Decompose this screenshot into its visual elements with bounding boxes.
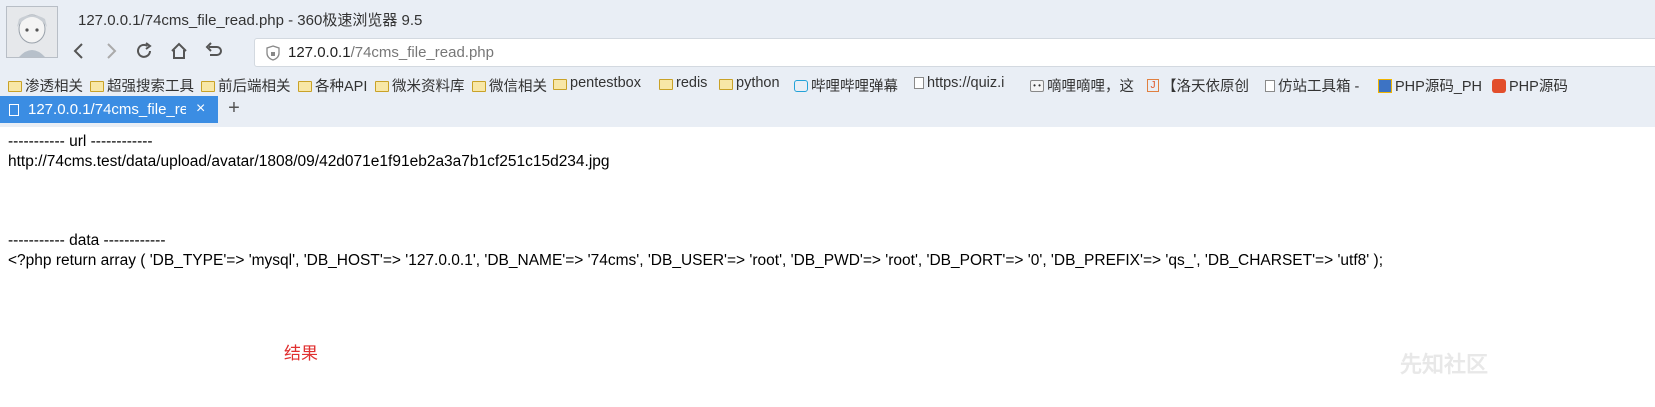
bookmark-label: PHP源码_PH [1395, 79, 1483, 95]
bookmark-item[interactable]: 渗透相关 [8, 75, 83, 96]
watermark: 先知社区 [1400, 352, 1489, 377]
bookmark-label: 微信相关 [489, 79, 547, 95]
bookmark-label: 哔哩哔哩弹幕 [811, 79, 898, 95]
window-title: 127.0.0.1/74cms_file_read.php - 360极速浏览器… [78, 12, 423, 29]
chevron-left-icon [73, 43, 83, 59]
bookmark-label: 超强搜索工具 [107, 79, 194, 95]
url-path: /74cms_file_read.php [350, 44, 494, 61]
browser-chrome: 127.0.0.1/74cms_file_read.php - 360极速浏览器… [0, 0, 1655, 127]
bookmark-item[interactable]: 仿站工具箱 - [1265, 75, 1359, 96]
undo-icon [205, 42, 222, 56]
folder-icon [90, 81, 104, 92]
folder-icon [472, 81, 486, 92]
folder-icon [375, 81, 389, 92]
chevron-right-icon [107, 43, 117, 59]
bookmark-item[interactable]: 微米资料库 [375, 75, 465, 96]
user-avatar[interactable] [6, 6, 58, 58]
bookmarks-bar: 渗透相关 超强搜索工具 前后端相关 各种API 微米资料库 微信相关 pente… [0, 72, 1655, 98]
bookmark-item[interactable]: • • 嘀哩嘀哩，这 [1030, 75, 1134, 96]
tab-strip: 127.0.0.1/74cms_file_re × + [0, 96, 1655, 123]
forward-button[interactable] [98, 38, 124, 64]
bookmark-label: PHP源码 [1509, 79, 1568, 95]
bilibili-icon [794, 79, 808, 92]
bookmark-item[interactable]: https://quiz.i [914, 75, 1004, 91]
bookmark-label: 各种API [315, 79, 368, 95]
undo-close-button[interactable] [200, 38, 226, 64]
folder-icon [8, 81, 22, 92]
bookmark-label: redis [676, 75, 708, 91]
bookmark-label: python [736, 75, 780, 91]
home-button[interactable] [166, 38, 192, 64]
data-value: <?php return array ( 'DB_TYPE'=> 'mysql'… [8, 252, 1384, 269]
folder-icon [553, 78, 567, 90]
bookmark-item[interactable]: PHP源码_PH [1378, 75, 1482, 96]
bookmark-item[interactable]: 微信相关 [472, 75, 547, 96]
php-icon [1378, 78, 1392, 93]
address-bar[interactable]: 127.0.0.1/74cms_file_read.php [254, 38, 1655, 67]
back-button[interactable] [66, 38, 92, 64]
reload-icon [137, 42, 152, 58]
folder-icon [298, 81, 312, 92]
home-icon [171, 42, 187, 59]
folder-icon [659, 78, 673, 90]
bookmark-item[interactable]: python [719, 75, 780, 91]
php2-icon [1492, 78, 1506, 93]
url-host: 127.0.0.1 [288, 44, 351, 61]
bookmark-item[interactable]: 各种API [298, 75, 367, 96]
tab-title: 127.0.0.1/74cms_file_re [28, 101, 186, 118]
bookmark-item[interactable]: pentestbox [553, 75, 641, 91]
bookmark-item[interactable]: redis [659, 75, 707, 91]
folder-icon [201, 81, 215, 92]
bookmark-label: 仿站工具箱 - [1278, 79, 1360, 95]
bookmark-label: https://quiz.i [927, 75, 1005, 91]
page-icon [9, 104, 19, 116]
bookmark-label: 微米资料库 [392, 79, 465, 95]
result-label: 结果 [284, 344, 318, 363]
page-icon [1265, 79, 1275, 92]
bookmark-label: 渗透相关 [25, 79, 83, 95]
face-icon: • • [1030, 79, 1044, 92]
bookmark-label: pentestbox [570, 75, 641, 91]
bookmark-label: 【洛天依原创 [1162, 79, 1249, 95]
new-tab-button[interactable]: + [224, 96, 244, 123]
url-value: http://74cms.test/data/upload/avatar/180… [8, 153, 610, 170]
bookmark-item[interactable]: 前后端相关 [201, 75, 291, 96]
url-header: ----------- url ------------ [8, 133, 153, 150]
bookmark-label: 嘀哩嘀哩，这 [1047, 79, 1134, 95]
title-bar: 127.0.0.1/74cms_file_read.php - 360极速浏览器… [0, 0, 1655, 58]
j-icon: J [1147, 79, 1159, 92]
reload-button[interactable] [131, 38, 157, 64]
bookmark-item[interactable]: J 【洛天依原创 [1147, 75, 1249, 96]
close-icon[interactable]: × [196, 100, 205, 118]
avatar-image [7, 7, 57, 57]
data-header: ----------- data ------------ [8, 232, 166, 249]
url-text[interactable]: 127.0.0.1/74cms_file_read.php [288, 44, 494, 61]
bookmark-item[interactable]: 哔哩哔哩弹幕 [794, 75, 898, 96]
bookmark-item[interactable]: 超强搜索工具 [90, 75, 194, 96]
shield-icon [266, 45, 280, 61]
bookmark-item[interactable]: PHP源码 [1492, 75, 1568, 96]
folder-icon [719, 78, 733, 90]
bookmark-label: 前后端相关 [218, 79, 291, 95]
tab-active[interactable]: 127.0.0.1/74cms_file_re × [0, 96, 218, 123]
page-icon [914, 77, 924, 89]
page-content: ----------- url ------------ http://74cm… [0, 127, 1655, 407]
